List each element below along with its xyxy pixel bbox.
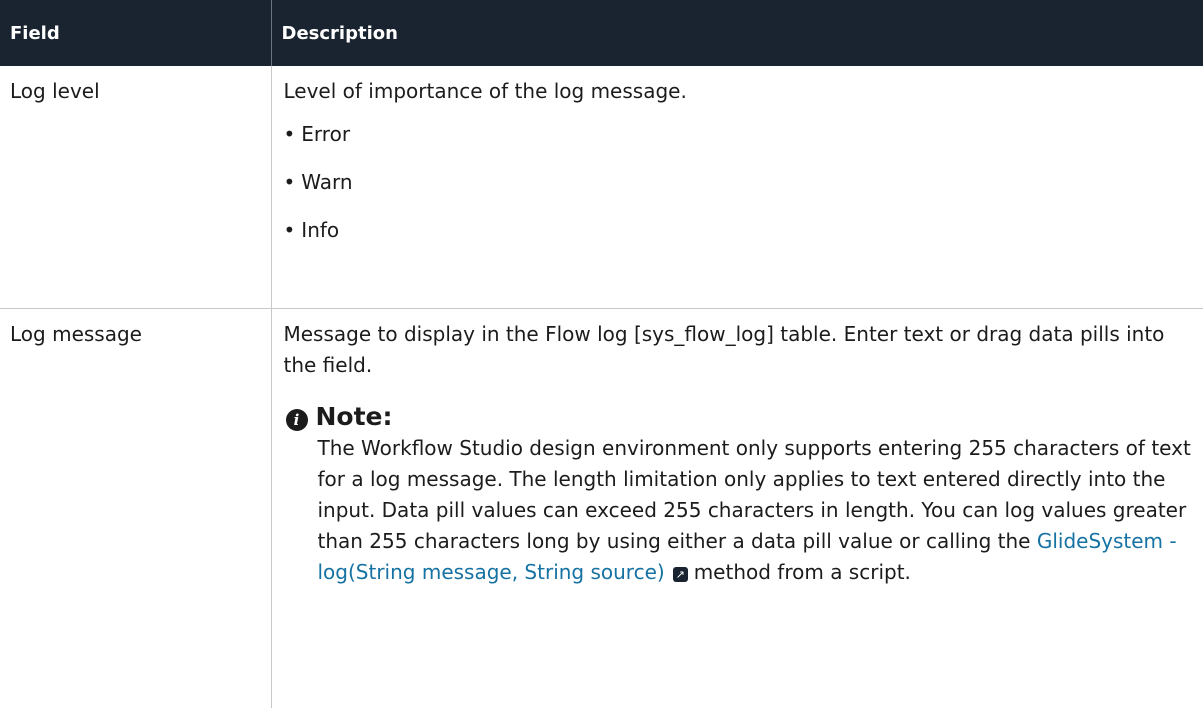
bullet-icon: • xyxy=(284,119,296,150)
note-text-end: method from a script. xyxy=(694,560,911,584)
field-description: Level of importance of the log message. xyxy=(284,76,1194,107)
description-cell: Message to display in the Flow log [sys_… xyxy=(271,309,1203,708)
option-label: Warn xyxy=(301,167,352,198)
list-item: • Error xyxy=(284,119,1194,150)
external-link-icon[interactable]: ↗ xyxy=(673,567,688,582)
column-header-description: Description xyxy=(271,0,1203,66)
description-cell: Level of importance of the log message. … xyxy=(271,66,1203,309)
option-label: Error xyxy=(301,119,350,150)
bullet-icon: • xyxy=(284,167,296,198)
table-row: Log level Level of importance of the log… xyxy=(0,66,1203,309)
field-name: Log level xyxy=(10,79,100,103)
note-body: The Workflow Studio design environment o… xyxy=(318,433,1194,588)
option-label: Info xyxy=(301,215,339,246)
table-header-row: Field Description xyxy=(0,0,1203,66)
fields-table: Field Description Log level Level of imp… xyxy=(0,0,1203,708)
list-item: • Warn xyxy=(284,167,1194,198)
note-header: i Note: xyxy=(286,401,1194,433)
field-description: Message to display in the Flow log [sys_… xyxy=(284,319,1194,381)
column-header-field: Field xyxy=(0,0,271,66)
bullet-icon: • xyxy=(284,215,296,246)
list-item: • Info xyxy=(284,215,1194,246)
log-level-options: • Error • Warn • Info xyxy=(284,119,1194,246)
note-title: Note: xyxy=(316,401,393,433)
field-name-cell: Log level xyxy=(0,66,271,309)
field-name: Log message xyxy=(10,322,142,346)
table-row: Log message Message to display in the Fl… xyxy=(0,309,1203,708)
note-box: i Note: The Workflow Studio design envir… xyxy=(284,401,1194,588)
field-name-cell: Log message xyxy=(0,309,271,708)
info-icon: i xyxy=(286,409,308,431)
